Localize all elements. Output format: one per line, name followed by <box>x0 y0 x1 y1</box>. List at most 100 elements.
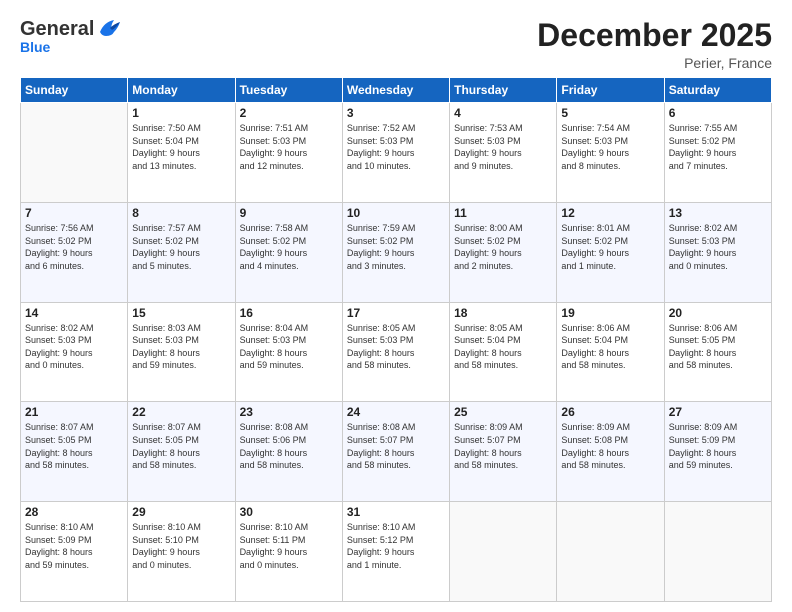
day-info: Sunrise: 8:02 AM Sunset: 5:03 PM Dayligh… <box>25 322 123 372</box>
day-info: Sunrise: 8:07 AM Sunset: 5:05 PM Dayligh… <box>132 421 230 471</box>
calendar-cell: 20 Sunrise: 8:06 AM Sunset: 5:05 PM Dayli… <box>664 302 771 402</box>
day-info: Sunrise: 7:55 AM Sunset: 5:02 PM Dayligh… <box>669 122 767 172</box>
day-info: Sunrise: 8:07 AM Sunset: 5:05 PM Dayligh… <box>25 421 123 471</box>
day-number: 8 <box>132 206 230 220</box>
calendar-cell: 26Sunrise: 8:09 AM Sunset: 5:08 PM Dayli… <box>557 402 664 502</box>
day-info: Sunrise: 8:10 AM Sunset: 5:10 PM Dayligh… <box>132 521 230 571</box>
calendar-cell: 2Sunrise: 7:51 AM Sunset: 5:03 PM Daylig… <box>235 103 342 203</box>
calendar-cell <box>450 502 557 602</box>
day-info: Sunrise: 8:00 AM Sunset: 5:02 PM Dayligh… <box>454 222 552 272</box>
day-number: 11 <box>454 206 552 220</box>
month-year: December 2025 <box>537 18 772 53</box>
calendar-cell: 5 Sunrise: 7:54 AM Sunset: 5:03 PM Daylig… <box>557 103 664 203</box>
day-info: Sunrise: 8:10 AM Sunset: 5:09 PM Dayligh… <box>25 521 123 571</box>
day-info: Sunrise: 8:08 AM Sunset: 5:06 PM Dayligh… <box>240 421 338 471</box>
day-number: 17 <box>347 306 445 320</box>
day-info: Sunrise: 7:59 AM Sunset: 5:02 PM Dayligh… <box>347 222 445 272</box>
day-number: 16 <box>240 306 338 320</box>
calendar-table: SundayMondayTuesdayWednesdayThursdayFrid… <box>20 77 772 602</box>
calendar-cell: 8 Sunrise: 7:57 AM Sunset: 5:02 PM Daylig… <box>128 202 235 302</box>
day-header-friday: Friday <box>557 78 664 103</box>
calendar-cell: 6 Sunrise: 7:55 AM Sunset: 5:02 PM Daylig… <box>664 103 771 203</box>
title-block: December 2025 Perier, France <box>537 18 772 71</box>
day-number: 9 <box>240 206 338 220</box>
logo-blue: Blue <box>20 39 50 55</box>
calendar-cell <box>21 103 128 203</box>
day-info: Sunrise: 7:53 AM Sunset: 5:03 PM Dayligh… <box>454 122 552 172</box>
calendar-cell: 3 Sunrise: 7:52 AM Sunset: 5:03 PM Daylig… <box>342 103 449 203</box>
day-info: Sunrise: 8:03 AM Sunset: 5:03 PM Dayligh… <box>132 322 230 372</box>
calendar-cell: 4 Sunrise: 7:53 AM Sunset: 5:03 PM Daylig… <box>450 103 557 203</box>
header: General Blue December 2025 Perier, Franc… <box>20 18 772 71</box>
calendar-week-row: 21 Sunrise: 8:07 AM Sunset: 5:05 PM Dayli… <box>21 402 772 502</box>
day-number: 21 <box>25 405 123 419</box>
calendar-cell: 27Sunrise: 8:09 AM Sunset: 5:09 PM Dayli… <box>664 402 771 502</box>
calendar-header-row: SundayMondayTuesdayWednesdayThursdayFrid… <box>21 78 772 103</box>
calendar-cell: 18 Sunrise: 8:05 AM Sunset: 5:04 PM Dayli… <box>450 302 557 402</box>
logo: General Blue <box>20 18 122 55</box>
calendar-cell: 29 Sunrise: 8:10 AM Sunset: 5:10 PM Dayli… <box>128 502 235 602</box>
calendar-cell: 21 Sunrise: 8:07 AM Sunset: 5:05 PM Dayli… <box>21 402 128 502</box>
day-info: Sunrise: 7:57 AM Sunset: 5:02 PM Dayligh… <box>132 222 230 272</box>
day-number: 4 <box>454 106 552 120</box>
day-number: 18 <box>454 306 552 320</box>
calendar-cell: 9 Sunrise: 7:58 AM Sunset: 5:02 PM Daylig… <box>235 202 342 302</box>
day-info: Sunrise: 8:05 AM Sunset: 5:04 PM Dayligh… <box>454 322 552 372</box>
day-number: 6 <box>669 106 767 120</box>
calendar-cell: 24 Sunrise: 8:08 AM Sunset: 5:07 PM Dayli… <box>342 402 449 502</box>
day-number: 2 <box>240 106 338 120</box>
day-info: Sunrise: 8:06 AM Sunset: 5:04 PM Dayligh… <box>561 322 659 372</box>
day-number: 31 <box>347 505 445 519</box>
day-header-saturday: Saturday <box>664 78 771 103</box>
calendar-cell: 17Sunrise: 8:05 AM Sunset: 5:03 PM Dayli… <box>342 302 449 402</box>
calendar-cell: 13 Sunrise: 8:02 AM Sunset: 5:03 PM Dayli… <box>664 202 771 302</box>
day-info: Sunrise: 8:01 AM Sunset: 5:02 PM Dayligh… <box>561 222 659 272</box>
day-number: 24 <box>347 405 445 419</box>
day-number: 30 <box>240 505 338 519</box>
day-info: Sunrise: 7:52 AM Sunset: 5:03 PM Dayligh… <box>347 122 445 172</box>
calendar-cell: 22 Sunrise: 8:07 AM Sunset: 5:05 PM Dayli… <box>128 402 235 502</box>
calendar-cell: 11 Sunrise: 8:00 AM Sunset: 5:02 PM Dayli… <box>450 202 557 302</box>
day-number: 22 <box>132 405 230 419</box>
day-number: 28 <box>25 505 123 519</box>
logo-general: General <box>20 18 94 41</box>
calendar-cell: 25Sunrise: 8:09 AM Sunset: 5:07 PM Dayli… <box>450 402 557 502</box>
day-number: 15 <box>132 306 230 320</box>
calendar-cell: 19 Sunrise: 8:06 AM Sunset: 5:04 PM Dayli… <box>557 302 664 402</box>
day-info: Sunrise: 7:58 AM Sunset: 5:02 PM Dayligh… <box>240 222 338 272</box>
day-number: 19 <box>561 306 659 320</box>
day-number: 20 <box>669 306 767 320</box>
calendar-cell: 16 Sunrise: 8:04 AM Sunset: 5:03 PM Dayli… <box>235 302 342 402</box>
day-header-sunday: Sunday <box>21 78 128 103</box>
day-info: Sunrise: 8:06 AM Sunset: 5:05 PM Dayligh… <box>669 322 767 372</box>
calendar-cell: 7Sunrise: 7:56 AM Sunset: 5:02 PM Daylig… <box>21 202 128 302</box>
day-info: Sunrise: 8:10 AM Sunset: 5:12 PM Dayligh… <box>347 521 445 571</box>
day-number: 14 <box>25 306 123 320</box>
calendar-week-row: 7Sunrise: 7:56 AM Sunset: 5:02 PM Daylig… <box>21 202 772 302</box>
calendar-cell: 31 Sunrise: 8:10 AM Sunset: 5:12 PM Dayli… <box>342 502 449 602</box>
day-number: 29 <box>132 505 230 519</box>
day-number: 12 <box>561 206 659 220</box>
calendar-cell <box>664 502 771 602</box>
day-info: Sunrise: 8:10 AM Sunset: 5:11 PM Dayligh… <box>240 521 338 571</box>
calendar-cell: 12 Sunrise: 8:01 AM Sunset: 5:02 PM Dayli… <box>557 202 664 302</box>
day-header-wednesday: Wednesday <box>342 78 449 103</box>
day-header-thursday: Thursday <box>450 78 557 103</box>
day-info: Sunrise: 7:50 AM Sunset: 5:04 PM Dayligh… <box>132 122 230 172</box>
calendar-week-row: 28 Sunrise: 8:10 AM Sunset: 5:09 PM Dayli… <box>21 502 772 602</box>
day-header-monday: Monday <box>128 78 235 103</box>
day-number: 13 <box>669 206 767 220</box>
day-header-tuesday: Tuesday <box>235 78 342 103</box>
day-info: Sunrise: 7:54 AM Sunset: 5:03 PM Dayligh… <box>561 122 659 172</box>
calendar-cell: 23Sunrise: 8:08 AM Sunset: 5:06 PM Dayli… <box>235 402 342 502</box>
day-number: 25 <box>454 405 552 419</box>
day-info: Sunrise: 8:09 AM Sunset: 5:09 PM Dayligh… <box>669 421 767 471</box>
day-number: 3 <box>347 106 445 120</box>
day-number: 5 <box>561 106 659 120</box>
day-info: Sunrise: 8:02 AM Sunset: 5:03 PM Dayligh… <box>669 222 767 272</box>
day-info: Sunrise: 8:04 AM Sunset: 5:03 PM Dayligh… <box>240 322 338 372</box>
day-info: Sunrise: 8:08 AM Sunset: 5:07 PM Dayligh… <box>347 421 445 471</box>
calendar-cell: 30 Sunrise: 8:10 AM Sunset: 5:11 PM Dayli… <box>235 502 342 602</box>
calendar-cell <box>557 502 664 602</box>
page: General Blue December 2025 Perier, Franc… <box>0 0 792 612</box>
